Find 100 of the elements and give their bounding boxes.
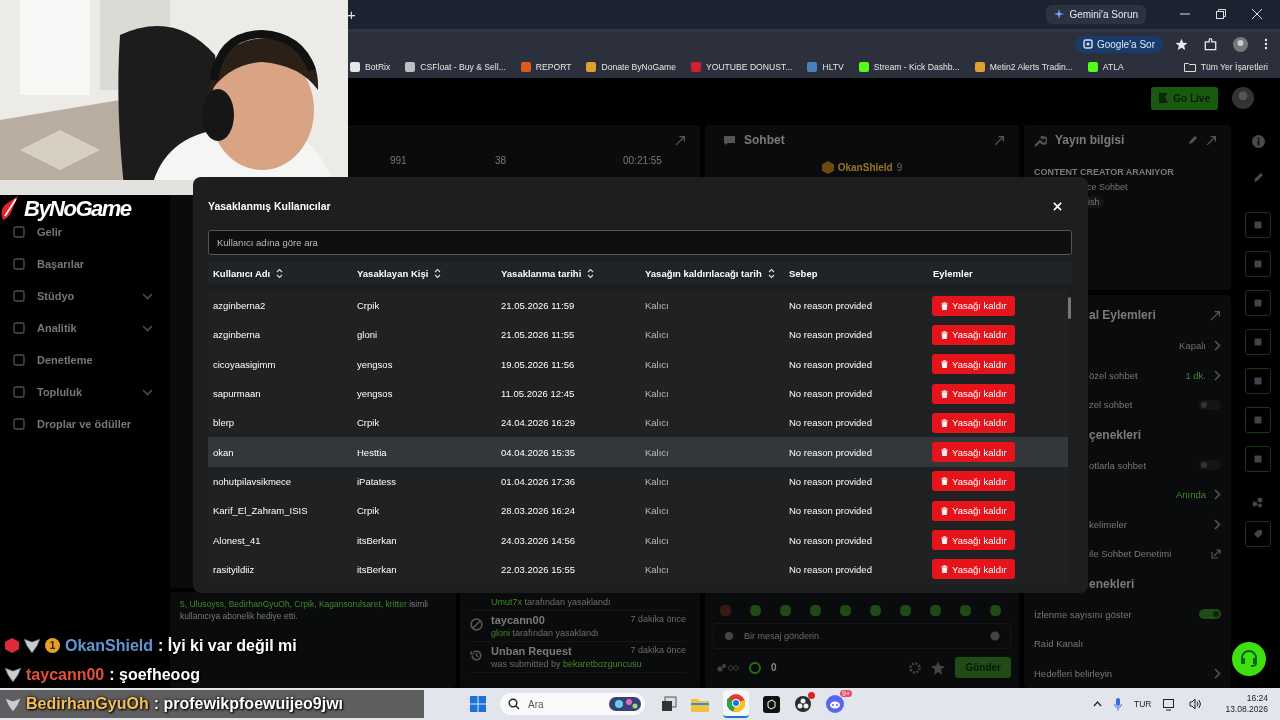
- popout-icon[interactable]: [1206, 134, 1217, 146]
- unban-button[interactable]: Yasağı kaldır: [932, 383, 1015, 404]
- tool-button[interactable]: [1245, 407, 1271, 433]
- column-header[interactable]: Kullanıcı Adı: [213, 267, 271, 279]
- setting-value[interactable]: Anında: [1175, 489, 1206, 501]
- menu-icon[interactable]: [1264, 38, 1268, 51]
- bookmark-link[interactable]: HLTV: [807, 62, 844, 73]
- popout-icon[interactable]: [1210, 309, 1221, 321]
- speaker-icon[interactable]: [1189, 698, 1204, 710]
- puzzle-icon[interactable]: [1204, 37, 1217, 51]
- setting-value[interactable]: Kapalı: [1179, 340, 1206, 352]
- new-tab-button[interactable]: +: [347, 5, 356, 23]
- unban-button[interactable]: Yasağı kaldır: [932, 442, 1015, 463]
- bookmark-link[interactable]: YOUTUBE DONUST...: [691, 62, 793, 73]
- folder-icon[interactable]: [691, 696, 709, 712]
- emote-icon[interactable]: [869, 604, 882, 617]
- bookmark-link[interactable]: Donate ByNoGame: [586, 62, 676, 73]
- windows-start-icon[interactable]: [470, 696, 486, 712]
- bookmark-link[interactable]: REPORT: [520, 62, 572, 73]
- avatar-icon[interactable]: [1233, 36, 1248, 52]
- task-view-icon[interactable]: [661, 696, 677, 712]
- pencil-icon[interactable]: [1252, 172, 1264, 183]
- gemini-button[interactable]: Gemini'a Sorun: [1046, 4, 1146, 24]
- tool-button[interactable]: [1245, 368, 1271, 394]
- chevron-icon[interactable]: [1214, 667, 1221, 679]
- tool-button[interactable]: [1245, 329, 1271, 355]
- unban-button[interactable]: Yasağı kaldır: [932, 295, 1015, 316]
- sidebar-item[interactable]: Droplar ve ödüller: [0, 408, 165, 440]
- browser-app-button[interactable]: [723, 690, 749, 718]
- clock-time[interactable]: 16:24: [1246, 693, 1268, 704]
- chevron-icon[interactable]: [1214, 518, 1221, 530]
- emote-icon[interactable]: [809, 604, 822, 617]
- all-bookmarks-link[interactable]: Tüm Yer İşaretleri: [1183, 62, 1268, 73]
- tool-button[interactable]: [1245, 212, 1271, 238]
- column-header[interactable]: Yasağın kaldırılacağı tarih: [645, 267, 762, 279]
- cube-app-icon[interactable]: [763, 695, 780, 713]
- bookmark-link[interactable]: Metin2 Alerts Tradin...: [974, 62, 1073, 73]
- dots-icon[interactable]: [1252, 496, 1264, 508]
- unban-button[interactable]: Yasağı kaldır: [932, 324, 1015, 345]
- column-header[interactable]: Yasaklanma tarihi: [501, 267, 582, 279]
- chevron-icon[interactable]: [1214, 489, 1221, 501]
- bookmark-link[interactable]: CSFloat - Buy & Sell...: [405, 62, 506, 73]
- popout-icon[interactable]: [994, 134, 1005, 146]
- sidebar-item[interactable]: Topluluk: [0, 376, 165, 408]
- star-burst-icon[interactable]: [931, 660, 946, 675]
- scrollbar[interactable]: [1068, 297, 1071, 319]
- bookmark-link[interactable]: Stream - Kick Dashb...: [858, 62, 960, 73]
- clock-date[interactable]: 13.08.2026: [1225, 704, 1268, 715]
- pencil-icon[interactable]: [1188, 135, 1198, 145]
- recording-app-button[interactable]: [794, 695, 812, 713]
- input-language[interactable]: TUR: [1133, 699, 1152, 709]
- caret-up-icon[interactable]: [1092, 701, 1102, 707]
- tool-button[interactable]: [1245, 290, 1271, 316]
- toggle-switch[interactable]: [1199, 609, 1221, 620]
- external-link-icon[interactable]: [1211, 548, 1221, 559]
- popout-icon[interactable]: [675, 134, 686, 146]
- unban-button[interactable]: Yasağı kaldır: [932, 500, 1015, 521]
- tool-button[interactable]: [1245, 251, 1271, 277]
- sidebar-item[interactable]: Denetleme: [0, 344, 165, 376]
- google-lens-button[interactable]: Google'a Sor: [1074, 35, 1163, 53]
- star-icon[interactable]: [1175, 37, 1188, 51]
- sort-icon[interactable]: [434, 267, 442, 279]
- toggle-switch[interactable]: [1199, 460, 1221, 471]
- unban-button[interactable]: Yasağı kaldır: [932, 530, 1015, 550]
- taskbar-search-field[interactable]: Ara: [500, 693, 645, 715]
- bookmark-link[interactable]: BotRix: [350, 62, 391, 73]
- unban-button[interactable]: Yasağı kaldır: [932, 412, 1015, 433]
- column-header[interactable]: Eylemler: [933, 267, 973, 279]
- column-header[interactable]: Yasaklayan Kişi: [357, 267, 429, 279]
- emote-icon[interactable]: [839, 604, 852, 617]
- headset-button[interactable]: [1232, 642, 1266, 676]
- emote-icon[interactable]: [749, 604, 762, 617]
- sidebar-item[interactable]: Başarılar: [0, 248, 165, 280]
- toggle-switch[interactable]: [1199, 399, 1221, 410]
- chevron-icon[interactable]: [1214, 340, 1221, 352]
- search-field[interactable]: Kullanıcı adına göre ara: [208, 230, 1072, 255]
- sort-icon[interactable]: [587, 267, 595, 279]
- emote-icon[interactable]: [959, 604, 972, 617]
- emoji-icon[interactable]: [990, 631, 1000, 641]
- emote-icon[interactable]: [929, 604, 942, 617]
- unban-button[interactable]: Yasağı kaldır: [932, 559, 1015, 580]
- sort-icon[interactable]: [767, 267, 775, 279]
- tool-button[interactable]: [1245, 521, 1271, 547]
- bookmark-link[interactable]: ATLA: [1087, 62, 1124, 73]
- sidebar-item[interactable]: Stüdyo: [0, 280, 165, 312]
- emote-icon[interactable]: [989, 604, 1002, 617]
- chevron-icon[interactable]: [1214, 369, 1221, 381]
- dots-icon[interactable]: [717, 662, 739, 673]
- info-icon[interactable]: [1251, 135, 1265, 148]
- emote-icon[interactable]: [899, 604, 912, 617]
- unban-button[interactable]: Yasağı kaldır: [932, 471, 1015, 492]
- sort-icon[interactable]: [276, 267, 284, 279]
- settings-icon[interactable]: [909, 661, 922, 674]
- close-icon[interactable]: [1252, 9, 1262, 20]
- tool-button[interactable]: [1245, 446, 1271, 472]
- emote-icon[interactable]: [779, 604, 792, 617]
- microphone-icon[interactable]: [1113, 697, 1122, 711]
- restore-icon[interactable]: [1216, 9, 1226, 20]
- setting-value[interactable]: 1 dk.: [1185, 369, 1206, 381]
- sidebar-item[interactable]: Analitik: [0, 312, 165, 344]
